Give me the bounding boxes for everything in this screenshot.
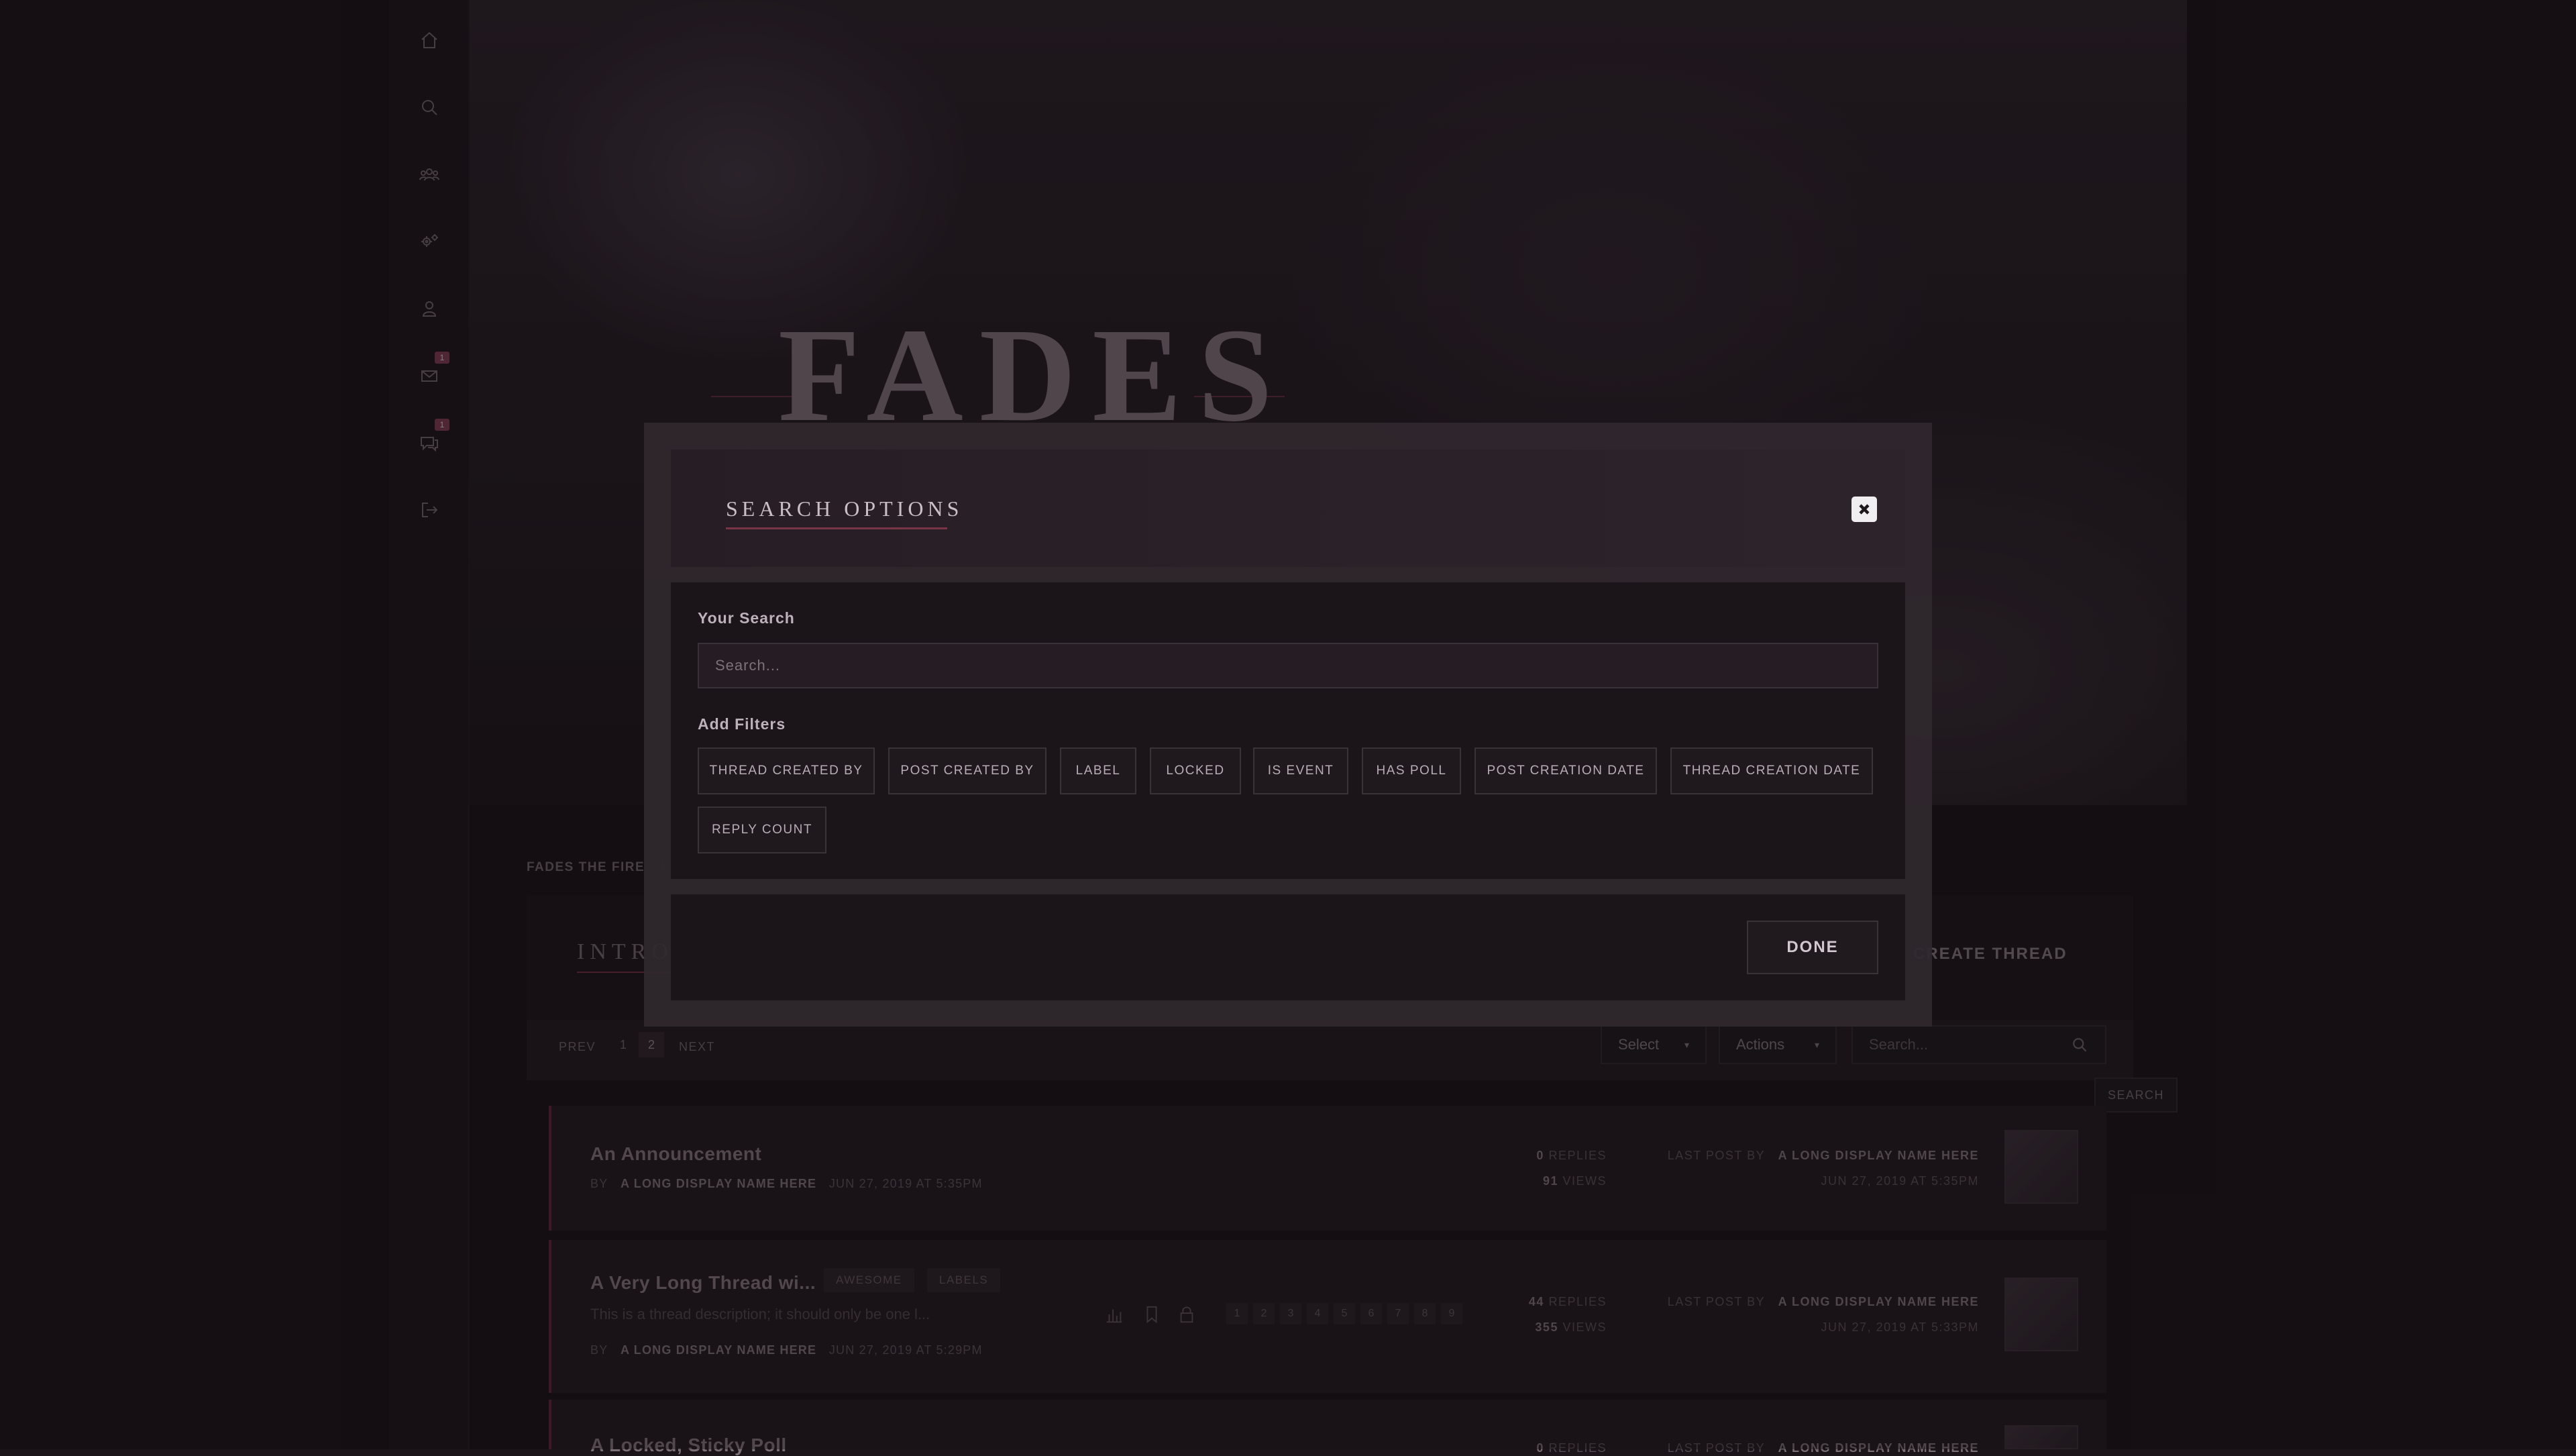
filter-reply-count-button[interactable]: REPLY COUNT [698, 807, 826, 853]
filter-post-creation-date-button[interactable]: POST CREATION DATE [1474, 747, 1657, 794]
modal-footer [671, 894, 1905, 1000]
add-filters-label: Add Filters [698, 715, 786, 733]
filter-has-poll-button[interactable]: HAS POLL [1362, 747, 1461, 794]
search-placeholder: Search... [715, 657, 781, 674]
modal-title-underline [726, 527, 947, 529]
close-icon[interactable] [1851, 497, 1877, 522]
filter-thread-creation-date-button[interactable]: THREAD CREATION DATE [1670, 747, 1873, 794]
done-button[interactable]: DONE [1747, 921, 1878, 974]
filter-locked-button[interactable]: LOCKED [1150, 747, 1241, 794]
filter-thread-created-by-button[interactable]: THREAD CREATED BY [698, 747, 875, 794]
filter-post-created-by-button[interactable]: POST CREATED BY [888, 747, 1046, 794]
filter-is-event-button[interactable]: IS EVENT [1253, 747, 1348, 794]
your-search-label: Your Search [698, 609, 795, 627]
search-input[interactable]: Search... [698, 643, 1878, 688]
modal-body [671, 582, 1905, 879]
filter-label-button[interactable]: LABEL [1060, 747, 1136, 794]
modal-title: SEARCH OPTIONS [726, 497, 963, 521]
